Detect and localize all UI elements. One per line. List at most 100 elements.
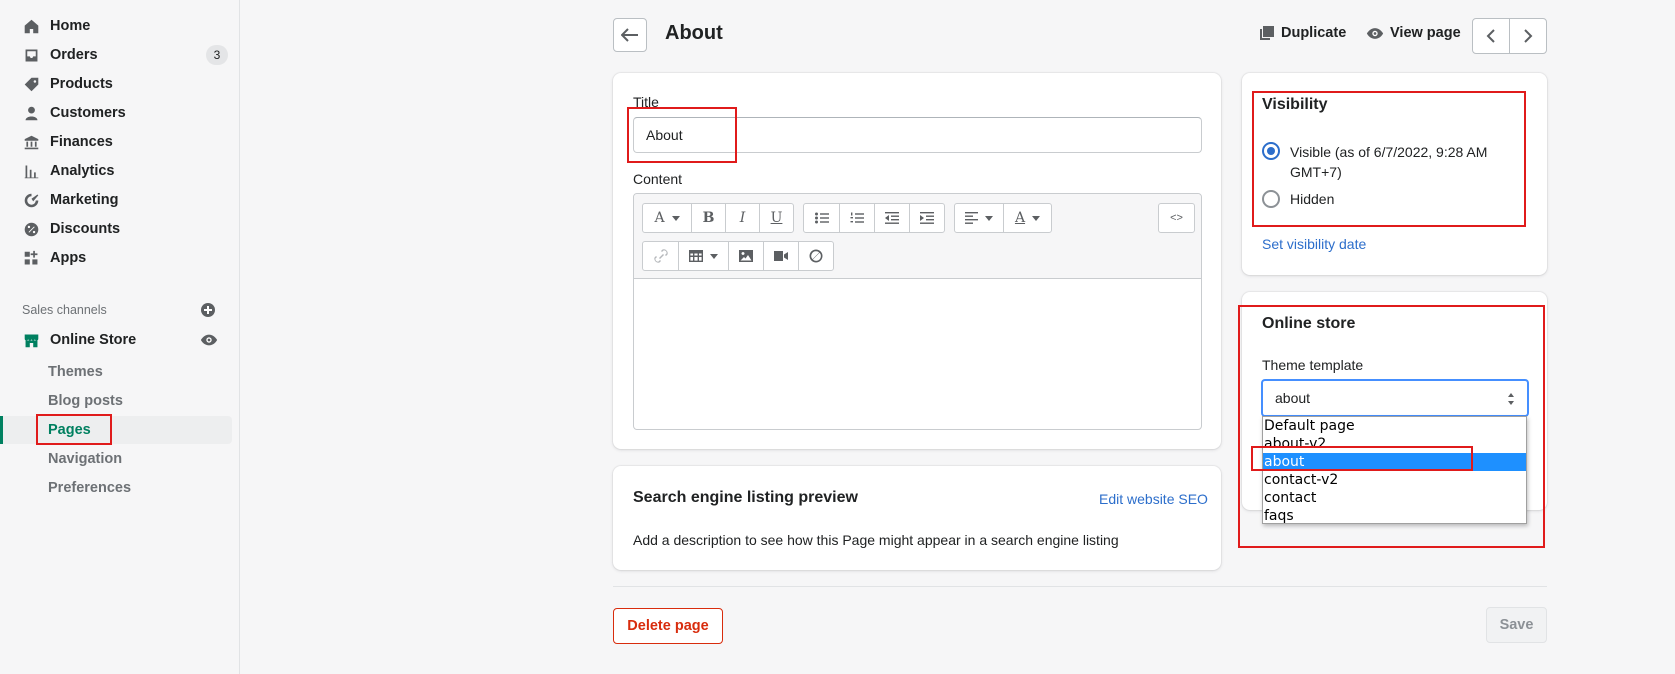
template-option[interactable]: contact-v2 (1263, 471, 1526, 489)
template-option-selected[interactable]: about (1263, 453, 1526, 471)
sidebar-subitem-themes[interactable]: Themes (0, 358, 232, 386)
sidebar-item-customers[interactable]: Customers (0, 99, 232, 127)
toolbar-group-insert (642, 241, 834, 271)
sidebar-item-label: Themes (48, 364, 103, 380)
theme-template-select[interactable]: about (1261, 379, 1529, 417)
duplicate-icon (1260, 26, 1274, 40)
sidebar-item-label: Products (50, 76, 113, 92)
page-title: About (665, 22, 723, 44)
sidebar-item-label: Customers (50, 105, 126, 121)
numbered-list-icon (850, 212, 864, 223)
duplicate-button[interactable]: Duplicate (1259, 25, 1346, 41)
select-arrows-icon (1508, 393, 1514, 405)
view-page-button[interactable]: View page (1366, 25, 1461, 41)
discount-icon (22, 220, 40, 238)
delete-page-button[interactable]: Delete page (613, 608, 723, 644)
view-page-label: View page (1390, 25, 1461, 41)
sidebar-item-label: Navigation (48, 451, 123, 467)
tag-icon (22, 75, 40, 93)
sidebar-item-analytics[interactable]: Analytics (0, 157, 232, 185)
indent-button[interactable] (909, 204, 944, 232)
hidden-radio[interactable] (1262, 190, 1280, 208)
font-style-dropdown[interactable]: A (643, 204, 691, 232)
outdent-icon (885, 212, 899, 224)
arrow-left-icon (621, 28, 638, 42)
bold-button[interactable]: B (691, 204, 725, 232)
duplicate-label: Duplicate (1281, 25, 1347, 41)
sidebar-item-finances[interactable]: Finances (0, 128, 232, 156)
chevron-down-icon (1032, 215, 1041, 221)
chevron-down-icon (710, 253, 718, 259)
insert-video-button[interactable] (763, 242, 798, 270)
template-option[interactable]: Default page (1263, 417, 1526, 435)
align-dropdown[interactable] (955, 204, 1003, 232)
footer-divider (613, 586, 1547, 587)
title-label: Title (633, 94, 659, 110)
add-channel-icon[interactable] (200, 302, 216, 318)
insert-table-dropdown[interactable] (678, 242, 728, 270)
sidebar-item-discounts[interactable]: Discounts (0, 215, 232, 243)
store-icon (22, 331, 40, 349)
numbered-list-button[interactable] (839, 204, 874, 232)
template-option[interactable]: about-v2 (1263, 435, 1526, 453)
outdent-button[interactable] (874, 204, 909, 232)
insert-link-button[interactable] (643, 242, 678, 270)
sidebar-subitem-navigation[interactable]: Navigation (0, 445, 232, 473)
bar-chart-icon (22, 162, 40, 180)
sidebar-item-orders[interactable]: Orders 3 (0, 41, 232, 69)
sidebar-subitem-blog-posts[interactable]: Blog posts (0, 387, 232, 415)
toolbar-group-code: <> (1158, 203, 1195, 233)
sidebar-item-marketing[interactable]: Marketing (0, 186, 232, 214)
clear-formatting-button[interactable] (798, 242, 833, 270)
back-button[interactable] (613, 18, 647, 52)
link-icon (653, 249, 668, 263)
orders-count-badge: 3 (206, 45, 228, 65)
sidebar-item-home[interactable]: Home (0, 12, 232, 40)
sidebar-item-label: Discounts (50, 221, 121, 237)
visible-radio-label: Visible (as of 6/7/2022, 9:28 AM GMT+7) (1290, 142, 1487, 182)
underline-button[interactable]: U (759, 204, 793, 232)
sidebar-subitem-pages[interactable]: Pages (0, 416, 232, 444)
sales-channels-label: Sales channels (22, 303, 107, 317)
inbox-icon (22, 46, 40, 64)
next-page-button[interactable] (1509, 19, 1546, 53)
bold-icon: B (702, 210, 715, 226)
sidebar-item-products[interactable]: Products (0, 70, 232, 98)
edit-website-seo-link[interactable]: Edit website SEO (1099, 491, 1208, 507)
sidebar-item-label: Finances (50, 134, 113, 150)
eye-icon (1366, 27, 1384, 39)
title-input[interactable]: About (633, 117, 1202, 153)
sidebar-subitem-preferences[interactable]: Preferences (0, 474, 232, 502)
indent-icon (920, 212, 934, 224)
editor-toolbar: A B I U A <> (634, 194, 1201, 279)
text-color-dropdown[interactable]: A (1003, 204, 1051, 232)
show-html-button[interactable]: <> (1159, 204, 1194, 232)
save-button[interactable]: Save (1486, 607, 1547, 643)
template-option[interactable]: contact (1263, 489, 1526, 507)
person-icon (22, 104, 40, 122)
toolbar-group-lists (803, 203, 945, 233)
editor-content-area[interactable] (634, 280, 1201, 430)
previous-page-button[interactable] (1473, 19, 1509, 53)
bulleted-list-button[interactable] (804, 204, 839, 232)
sidebar-item-label: Apps (50, 250, 87, 266)
code-icon: <> (1170, 212, 1183, 224)
insert-image-button[interactable] (728, 242, 763, 270)
bulleted-list-icon (814, 212, 829, 224)
template-option[interactable]: faqs (1263, 507, 1526, 525)
visible-radio[interactable] (1262, 142, 1280, 160)
eye-icon[interactable] (200, 333, 218, 347)
text-color-icon: A (1014, 210, 1026, 226)
toolbar-group-format: A B I U (642, 203, 794, 233)
image-icon (739, 250, 753, 262)
seo-preview-card (613, 466, 1221, 570)
sidebar-item-label: Online Store (50, 332, 137, 348)
rich-text-editor: A B I U A <> (633, 193, 1202, 430)
sidebar-item-apps[interactable]: Apps (0, 244, 232, 272)
chevron-down-icon (671, 215, 680, 221)
italic-button[interactable]: I (725, 204, 759, 232)
sidebar-item-label: Blog posts (48, 393, 123, 409)
sidebar-item-label: Orders (50, 47, 98, 63)
sidebar-item-online-store[interactable]: Online Store (0, 326, 232, 354)
set-visibility-date-link[interactable]: Set visibility date (1262, 236, 1366, 252)
